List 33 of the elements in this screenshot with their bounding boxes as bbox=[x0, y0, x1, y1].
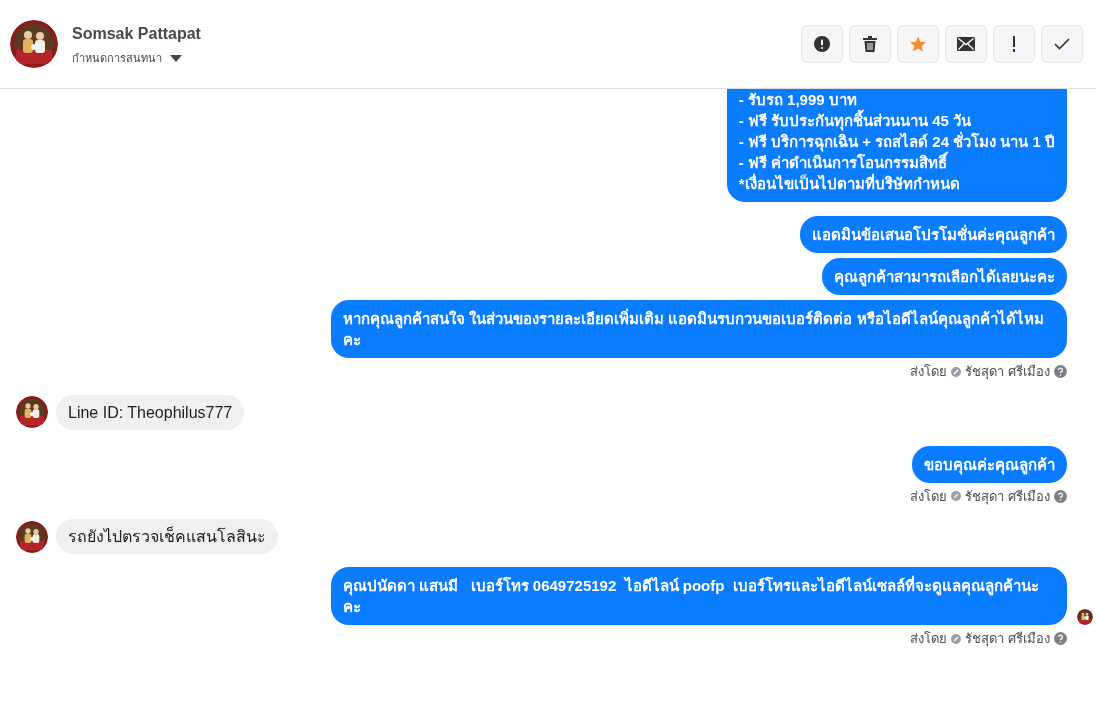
mail-icon bbox=[957, 37, 975, 51]
trash-button[interactable] bbox=[849, 25, 891, 63]
trash-icon bbox=[863, 36, 877, 52]
message-text: รถยังไปตรวจเช็คแสนโลสินะ bbox=[68, 526, 266, 547]
message-text: - รับรถ 1,999 บาท - ฟรี รับประกันทุกชิ้นส่วนนาน 45 วัน - ฟรี บริการฉุกเฉิน + รถสไลด์ 24 ชั่วโมง นาน 1 ปี - ฟรี ค่าดำเนินการโอนกรรมสิทธิ์ *เงื่อนไขเป็นไปตามที่บริษัทกำหนด bbox=[738, 90, 1055, 194]
alert-icon bbox=[814, 36, 830, 52]
check-icon bbox=[1054, 38, 1070, 50]
conversation-settings[interactable]: กำหนดการสนทนา bbox=[72, 49, 162, 67]
sent-by-label: ส่งโดย bbox=[910, 487, 948, 506]
message-text: Line ID: Theophilus777 bbox=[68, 402, 233, 423]
mail-button[interactable] bbox=[945, 25, 987, 63]
message-text: คุณปนัดดา แสนมี เบอร์โทร 0649725192 ไอดีไลน์ poofp เบอร์โทรและไอดีไลน์เซลล์ที่จะดูแลคุณลูกค้านะคะ bbox=[343, 575, 1040, 617]
message-text: คุณลูกค้าสามารถเลือกได้เลยนะคะ bbox=[834, 266, 1055, 287]
contact-name: Somsak Pattapat bbox=[72, 23, 201, 44]
sender-name: รัชสุดา ศรีเมือง bbox=[965, 363, 1050, 382]
help-icon bbox=[1054, 489, 1067, 503]
check-button[interactable] bbox=[1041, 25, 1083, 63]
help-icon bbox=[1054, 365, 1067, 379]
exclamation-icon bbox=[1012, 36, 1016, 52]
help-icon bbox=[1054, 632, 1067, 646]
sender-name: รัชสุดา ศรีเมือง bbox=[965, 630, 1050, 649]
sent-by-label: ส่งโดย bbox=[910, 630, 948, 648]
star-button[interactable] bbox=[897, 25, 939, 63]
message-text: ขอบคุณค่ะคุณลูกค้า bbox=[924, 454, 1055, 475]
sent-by-label: ส่งโดย bbox=[910, 363, 948, 381]
slash-icon bbox=[951, 366, 962, 377]
sender-name: รัชสุดา ศรีเมือง bbox=[965, 487, 1050, 506]
caret-icon[interactable] bbox=[170, 54, 182, 62]
slash-icon bbox=[951, 633, 962, 644]
message-text: หากคุณลูกค้าสนใจ ในส่วนของรายละเอียดเพิ่มเติม แอดมินรบกวนขอเบอร์ติดต่อ หรือไอดีไลน์คุณลูกค้าได้ไหมคะ bbox=[343, 308, 1045, 350]
slash-icon bbox=[951, 491, 962, 502]
alert-button[interactable] bbox=[801, 25, 843, 63]
message-text: แอดมินข้อเสนอโปรโมชั่นค่ะคุณลูกค้า bbox=[812, 224, 1055, 245]
